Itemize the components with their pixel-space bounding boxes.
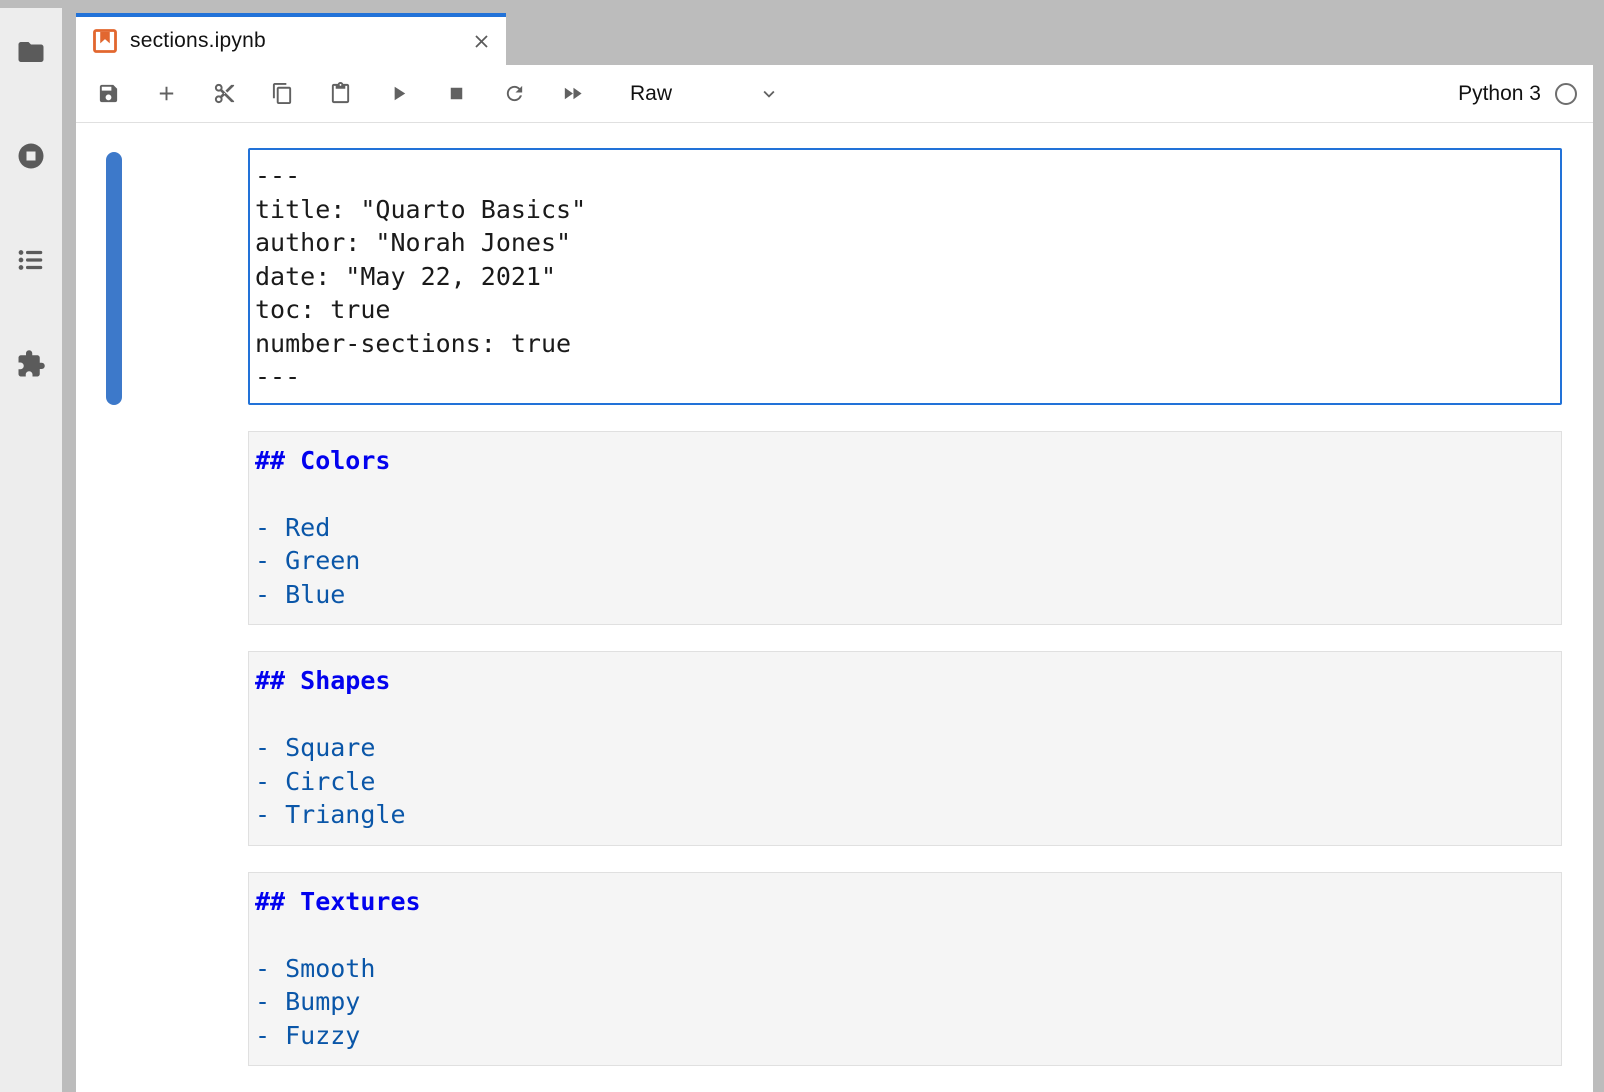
code-line: number-sections: true (255, 327, 1552, 361)
markdown-list-line: - Smooth (255, 952, 1553, 986)
fast-forward-icon (561, 82, 584, 105)
code-line: toc: true (255, 293, 1552, 327)
running-kernels-icon (16, 141, 46, 171)
sidebar-item-extensions[interactable] (0, 334, 62, 394)
right-gutter (1593, 65, 1604, 1092)
markdown-list-line: - Circle (255, 765, 1553, 799)
paste-cells-button[interactable] (318, 72, 362, 116)
cell-collapser[interactable] (106, 431, 122, 626)
cut-cells-button[interactable] (202, 72, 246, 116)
tab-sections-ipynb[interactable]: sections.ipynb (76, 13, 506, 65)
close-icon (471, 31, 492, 52)
code-line: --- (255, 360, 1552, 394)
insert-cell-button[interactable] (144, 72, 188, 116)
save-button[interactable] (86, 72, 130, 116)
sidebar-item-running-kernels[interactable] (0, 126, 62, 186)
blank-line (255, 477, 1553, 511)
markdown-cell-row: ## Shapes - Square - Circle - Triangle (106, 651, 1593, 846)
save-icon (97, 82, 120, 105)
raw-cell-editor[interactable]: --- title: "Quarto Basics" author: "Nora… (248, 148, 1562, 405)
copy-cells-button[interactable] (260, 72, 304, 116)
sidebar-divider (62, 0, 76, 1092)
markdown-cell-row: ## Colors - Red - Green - Blue (106, 431, 1593, 626)
markdown-list-line: - Square (255, 731, 1553, 765)
extensions-puzzle-icon (16, 349, 46, 379)
notebook-toolbar: Raw Python 3 (76, 65, 1593, 123)
left-sidebar (0, 8, 62, 1092)
cell-type-dropdown[interactable]: Raw (630, 82, 780, 106)
markdown-header-line: ## Colors (255, 444, 1553, 478)
table-of-contents-icon (16, 245, 46, 275)
markdown-header-line: ## Textures (255, 885, 1553, 919)
sidebar-item-table-of-contents[interactable] (0, 230, 62, 290)
blank-line (255, 698, 1553, 732)
tab-bar-background (506, 0, 1604, 65)
markdown-list-line: - Triangle (255, 798, 1553, 832)
sidebar-item-file-browser[interactable] (0, 22, 62, 82)
run-cell-button[interactable] (376, 72, 420, 116)
play-icon (387, 82, 410, 105)
kernel-name[interactable]: Python 3 (1458, 82, 1541, 106)
cell-collapser-active[interactable] (106, 152, 122, 405)
restart-run-all-button[interactable] (550, 72, 594, 116)
markdown-list-line: - Fuzzy (255, 1019, 1553, 1053)
restart-kernel-button[interactable] (492, 72, 536, 116)
notebook-icon (92, 28, 118, 54)
kernel-idle-circle-icon (1555, 83, 1577, 105)
markdown-cell-textures[interactable]: ## Textures - Smooth - Bumpy - Fuzzy (248, 872, 1562, 1067)
cell-collapser[interactable] (106, 651, 122, 846)
cell-type-value: Raw (630, 82, 672, 106)
clipboard-icon (329, 82, 352, 105)
markdown-list-line: - Bumpy (255, 985, 1553, 1019)
interrupt-kernel-button[interactable] (434, 72, 478, 116)
copy-icon (271, 82, 294, 105)
markdown-cell-shapes[interactable]: ## Shapes - Square - Circle - Triangle (248, 651, 1562, 846)
cell-collapser[interactable] (106, 872, 122, 1067)
code-line: date: "May 22, 2021" (255, 260, 1552, 294)
code-line: author: "Norah Jones" (255, 226, 1552, 260)
markdown-list-line: - Blue (255, 578, 1553, 612)
folder-icon (16, 37, 46, 67)
code-line: title: "Quarto Basics" (255, 193, 1552, 227)
scissors-icon (213, 82, 236, 105)
refresh-icon (503, 82, 526, 105)
code-line: --- (255, 159, 1552, 193)
plus-icon (155, 82, 178, 105)
markdown-list-line: - Red (255, 511, 1553, 545)
kernel-area: Python 3 (1458, 82, 1583, 106)
markdown-cell-row: ## Textures - Smooth - Bumpy - Fuzzy (106, 872, 1593, 1067)
markdown-list-line: - Green (255, 544, 1553, 578)
tab-title: sections.ipynb (130, 29, 459, 53)
markdown-header-line: ## Shapes (255, 664, 1553, 698)
stop-icon (445, 82, 468, 105)
raw-cell-row: --- title: "Quarto Basics" author: "Nora… (106, 148, 1593, 405)
notebook-content: --- title: "Quarto Basics" author: "Nora… (76, 123, 1593, 1092)
jupyterlab-window: sections.ipynb (0, 0, 1604, 1092)
blank-line (255, 918, 1553, 952)
markdown-cell-colors[interactable]: ## Colors - Red - Green - Blue (248, 431, 1562, 626)
tab-close-button[interactable] (471, 31, 492, 52)
chevron-down-icon (758, 83, 780, 105)
